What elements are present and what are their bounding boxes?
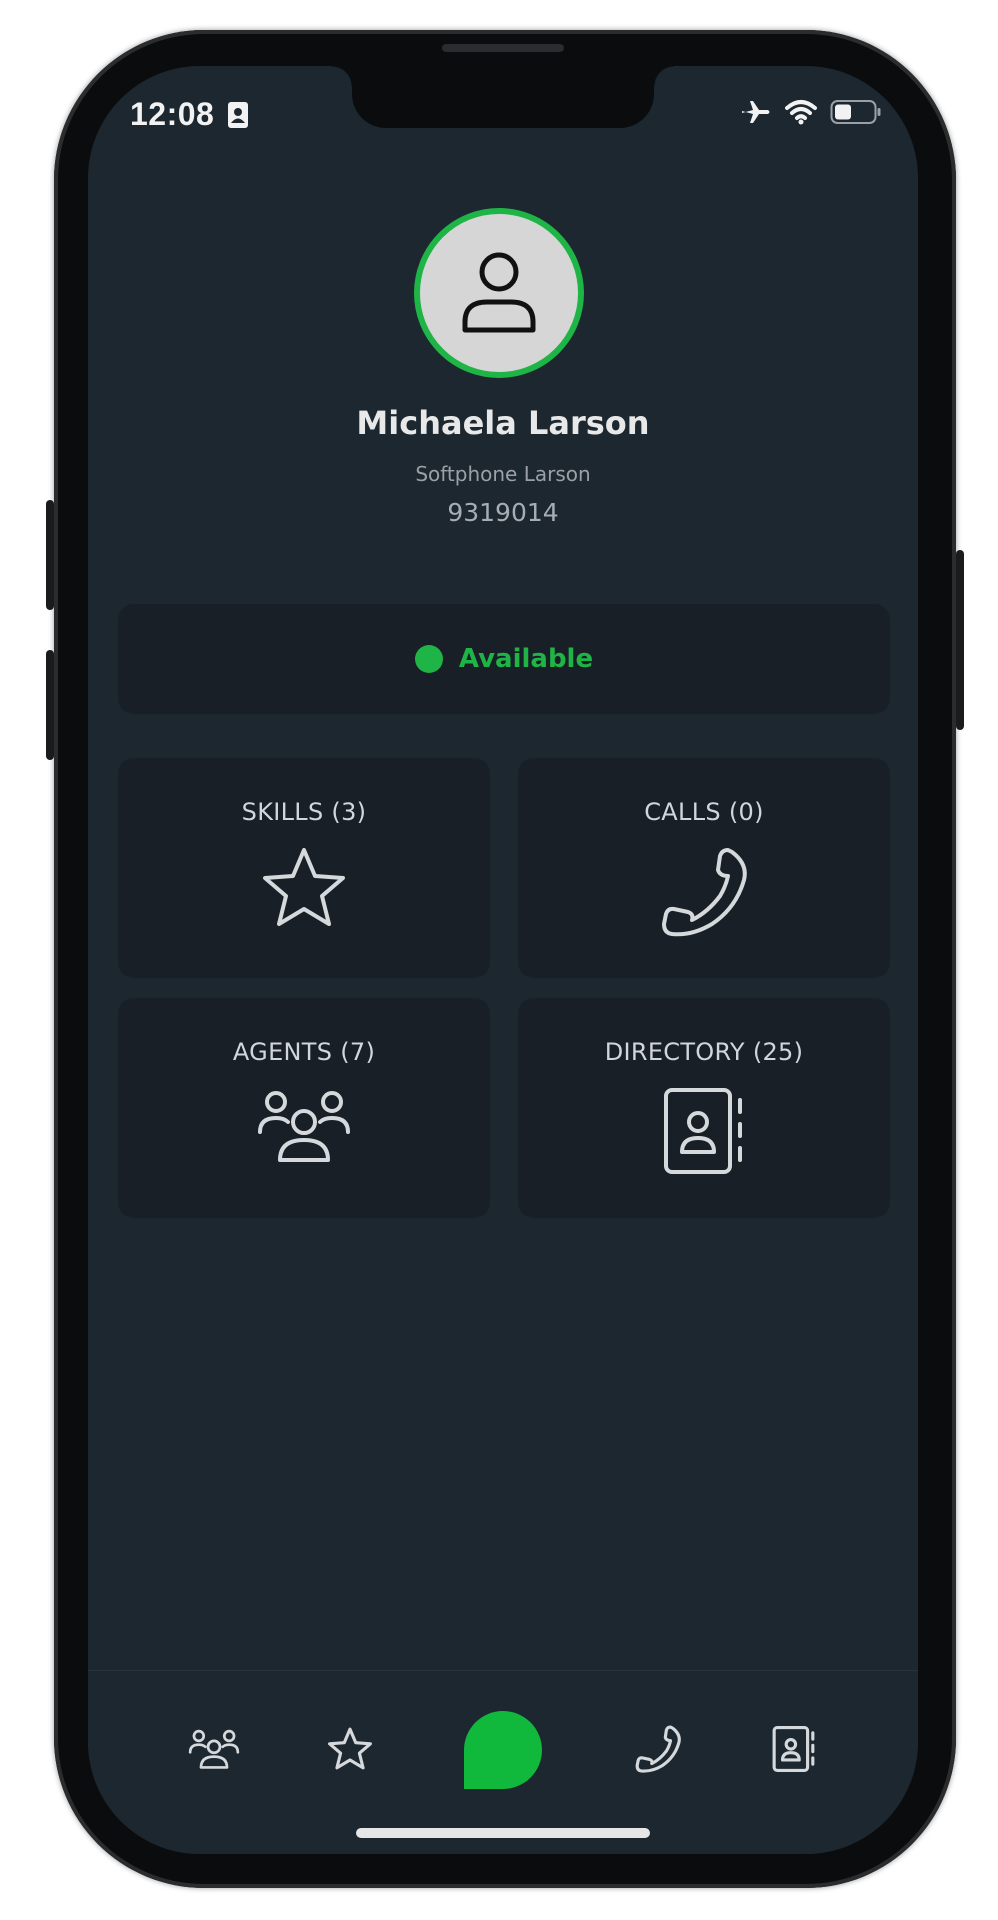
directory-icon: [772, 1726, 815, 1772]
tab-agents[interactable]: [184, 1719, 244, 1779]
speaker-grille: [442, 44, 564, 52]
device-name: Softphone Larson: [415, 462, 591, 486]
status-label: Available: [458, 644, 594, 674]
tab-bar: [88, 1670, 918, 1854]
status-time: 12:08: [130, 96, 215, 132]
avatar[interactable]: [414, 208, 584, 378]
app-screen: 12:08 Michaela Larson Softphone Larson 9…: [88, 66, 918, 1854]
contact-card-icon: [228, 102, 248, 128]
star-icon: [263, 848, 345, 926]
agents-icon: [188, 1729, 240, 1769]
tile-label: DIRECTORY (25): [604, 1038, 804, 1066]
star-icon: [328, 1727, 372, 1770]
wifi-icon: [785, 100, 817, 125]
tab-calls[interactable]: [628, 1719, 688, 1779]
extension-number: 9319014: [447, 498, 559, 527]
phone-icon: [662, 848, 747, 937]
side-button: [46, 650, 54, 760]
tile-label: AGENTS (7): [232, 1038, 376, 1066]
side-button: [956, 550, 964, 730]
agents-icon: [258, 1091, 350, 1162]
status-dot: [414, 645, 443, 673]
tile-label: SKILLS (3): [241, 798, 367, 826]
skills-tile[interactable]: SKILLS (3): [118, 758, 490, 978]
user-icon: [462, 252, 536, 333]
tab-skills[interactable]: [320, 1719, 380, 1779]
chat-bubble-icon[interactable]: [464, 1711, 542, 1789]
tab-directory[interactable]: [764, 1719, 824, 1779]
status-indicators: [740, 98, 882, 126]
airplane-icon: [742, 101, 770, 123]
calls-tile[interactable]: CALLS (0): [518, 758, 890, 978]
home-indicator[interactable]: [356, 1828, 650, 1838]
agents-tile[interactable]: AGENTS (7): [118, 998, 490, 1218]
directory-tile[interactable]: DIRECTORY (25): [518, 998, 890, 1218]
battery-icon: [830, 100, 881, 124]
notch: [332, 66, 674, 128]
presence-status-button[interactable]: Available: [118, 604, 890, 714]
phone-icon: [635, 1725, 681, 1773]
side-button: [46, 500, 54, 610]
profile-name: Michaela Larson: [356, 404, 650, 442]
tile-label: CALLS (0): [644, 798, 764, 826]
directory-icon: [664, 1088, 742, 1174]
